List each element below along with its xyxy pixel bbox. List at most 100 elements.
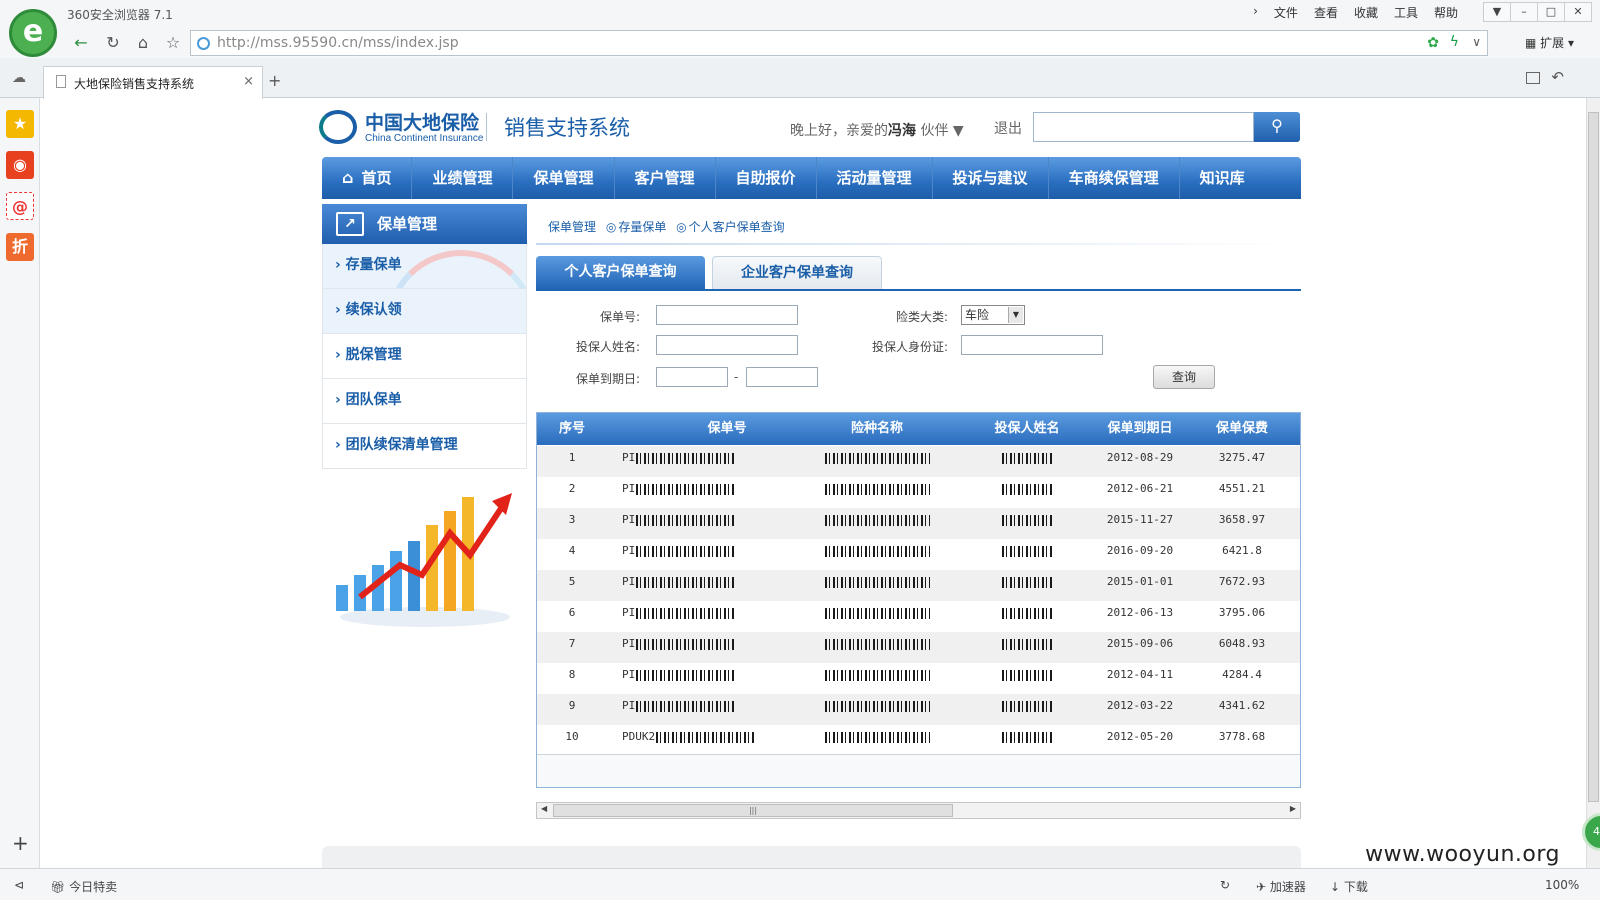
maximize-button[interactable]: □ — [1537, 2, 1565, 22]
horizontal-scrollbar[interactable]: ◀ ||| ▶ — [536, 802, 1301, 819]
site-search-input[interactable] — [1033, 112, 1254, 142]
table-row[interactable]: 2 PI 2012-06-21 4551.21 — [537, 477, 1300, 508]
logout-link[interactable]: 退出 — [994, 118, 1022, 138]
cell-premium: 4341.62 — [1192, 694, 1292, 717]
favorites-star-icon[interactable]: ★ — [6, 110, 34, 138]
tab-current[interactable]: 大地保险销售支持系统 × — [43, 66, 263, 99]
browser-menubar: › 文件 查看 收藏 工具 帮助 — [1253, 4, 1458, 21]
table-row[interactable]: 7 PI 2015-09-06 6048.93 — [537, 632, 1300, 663]
watermark-text: www.wooyun.org — [1365, 842, 1560, 867]
menu-view[interactable]: 查看 — [1314, 4, 1338, 21]
table-row[interactable]: 1 PI 2012-08-29 3275.47 — [537, 446, 1300, 477]
nav-complaint[interactable]: 投诉与建议 — [933, 157, 1049, 199]
close-icon[interactable]: × — [243, 74, 254, 89]
close-window-button[interactable]: ✕ — [1564, 2, 1592, 22]
role-dropdown[interactable]: 伙伴 ▼ — [920, 123, 963, 139]
expiry-end-input[interactable] — [746, 367, 818, 387]
tab-list-icon[interactable] — [1526, 72, 1540, 84]
cell-holder — [967, 601, 1087, 624]
menu-chevron-icon[interactable]: › — [1253, 4, 1258, 21]
accelerator[interactable]: ✈ 加速器 — [1256, 878, 1306, 895]
cell-product — [792, 570, 962, 593]
collapse-sidebar-icon[interactable]: ⊲ — [14, 878, 24, 892]
add-sidebar-icon[interactable]: + — [12, 831, 29, 855]
nav-performance[interactable]: 业绩管理 — [412, 157, 514, 199]
mail-icon[interactable]: @ — [6, 192, 34, 220]
redaction-mask — [824, 545, 930, 557]
menu-tools[interactable]: 工具 — [1394, 4, 1418, 21]
cell-expiry: 2012-06-21 — [1085, 477, 1195, 500]
refresh-status-icon[interactable]: ↻ — [1220, 878, 1230, 892]
cloud-icon[interactable]: ☁ — [12, 70, 26, 86]
hscroll-thumb[interactable]: ||| — [553, 804, 953, 817]
cell-no: 6 — [547, 601, 597, 624]
tab-enterprise-query[interactable]: 企业客户保单查询 — [712, 256, 882, 290]
left-nav-item-renewal-claim[interactable]: › 续保认领 — [322, 289, 527, 334]
table-row[interactable]: 4 PI 2016-09-20 6421.8 — [537, 539, 1300, 570]
breadcrumb-item[interactable]: 存量保单 — [618, 220, 666, 234]
scroll-left-icon[interactable]: ◀ — [541, 804, 547, 813]
table-row[interactable]: 6 PI 2012-06-13 3795.06 — [537, 601, 1300, 632]
search-button[interactable]: ⚲ — [1254, 112, 1300, 142]
accelerator-label: 加速器 — [1269, 880, 1306, 894]
security-shield-icon[interactable]: ✿ — [1427, 35, 1439, 51]
menu-help[interactable]: 帮助 — [1434, 4, 1458, 21]
float-ball[interactable]: 42 — [1582, 813, 1600, 851]
menu-file[interactable]: 文件 — [1274, 4, 1298, 21]
table-row[interactable]: 5 PI 2015-01-01 7672.93 — [537, 570, 1300, 601]
holder-name-input[interactable] — [656, 335, 798, 355]
query-button[interactable]: 查询 — [1153, 365, 1215, 389]
cell-policy-no-text: PI — [622, 482, 636, 495]
scroll-right-icon[interactable]: ▶ — [1290, 804, 1296, 813]
table-row[interactable]: 3 PI 2015-11-27 3658.97 — [537, 508, 1300, 539]
table-row[interactable]: 8 PI 2012-04-11 4284.4 — [537, 663, 1300, 694]
left-nav-item-lapse[interactable]: › 脱保管理 — [322, 334, 527, 379]
new-tab-button[interactable]: + — [268, 71, 281, 90]
url-dropdown-icon[interactable]: ∨ — [1472, 35, 1481, 49]
discount-icon[interactable]: 折 — [6, 233, 34, 261]
left-nav-item-stock-policy[interactable]: › 存量保单 — [322, 244, 527, 289]
table-row[interactable]: 9 PI 2012-03-22 4341.62 — [537, 694, 1300, 725]
refresh-icon[interactable]: ↻ — [102, 32, 124, 54]
nav-policy[interactable]: 保单管理 — [513, 157, 615, 199]
category-select[interactable]: 车险 ▼ — [961, 305, 1025, 325]
expiry-start-input[interactable] — [656, 367, 728, 387]
address-input[interactable]: http://mss.95590.cn/mss/index.jsp ✿ ϟ ∨ — [190, 30, 1488, 56]
nav-home[interactable]: ⌂ 首页 — [322, 157, 413, 199]
browser-logo-icon[interactable]: e — [9, 9, 57, 57]
cell-premium-text: 3778.68 — [1218, 730, 1266, 743]
back-icon[interactable]: ← — [70, 32, 92, 54]
download[interactable]: ↓ 下载 — [1330, 878, 1368, 895]
speed-mode-icon[interactable]: ϟ — [1450, 34, 1459, 50]
minimize-button[interactable]: – — [1510, 2, 1538, 22]
undo-close-icon[interactable]: ↶ — [1551, 68, 1564, 86]
zoom-level[interactable]: 100% — [1545, 878, 1579, 892]
nav-quote[interactable]: 自助报价 — [716, 157, 817, 199]
home-icon[interactable]: ⌂ — [132, 32, 154, 54]
cell-expiry-text: 2016-09-20 — [1106, 544, 1174, 557]
daily-deals[interactable]: 🎁︎ 今日特卖 — [50, 878, 117, 895]
nav-knowledge[interactable]: 知识库 — [1180, 157, 1265, 199]
favorite-star-icon[interactable]: ☆ — [162, 32, 184, 54]
left-nav-item-team-policy[interactable]: › 团队保单 — [322, 379, 527, 424]
weibo-icon[interactable]: ◉ — [6, 151, 34, 179]
extensions-button[interactable]: ▦ 扩展 ▾ — [1525, 34, 1574, 51]
nav-dealer-renewal[interactable]: 车商续保管理 — [1049, 157, 1180, 199]
policy-no-input[interactable] — [656, 305, 798, 325]
cell-policy-no-text: PI — [622, 544, 636, 557]
cell-product — [792, 663, 962, 686]
breadcrumb-item[interactable]: 个人客户保单查询 — [689, 220, 785, 234]
left-nav-item-team-renewal[interactable]: › 团队续保清单管理 — [322, 424, 527, 469]
tab-personal-query[interactable]: 个人客户保单查询 — [536, 256, 705, 290]
table-row[interactable]: 10 PDUK2 2012-05-20 3778.68 — [537, 725, 1300, 756]
nav-activity[interactable]: 活动量管理 — [817, 157, 933, 199]
breadcrumb-item[interactable]: 保单管理 — [548, 220, 596, 234]
skin-icon[interactable]: ▼ — [1483, 2, 1511, 22]
scrollbar-thumb[interactable] — [1588, 112, 1599, 802]
redaction-mask — [824, 638, 930, 650]
menu-favorites[interactable]: 收藏 — [1354, 4, 1378, 21]
page-footer — [322, 846, 1301, 868]
nav-customer[interactable]: 客户管理 — [615, 157, 716, 199]
holder-id-input[interactable] — [961, 335, 1103, 355]
vertical-scrollbar[interactable] — [1586, 98, 1600, 868]
